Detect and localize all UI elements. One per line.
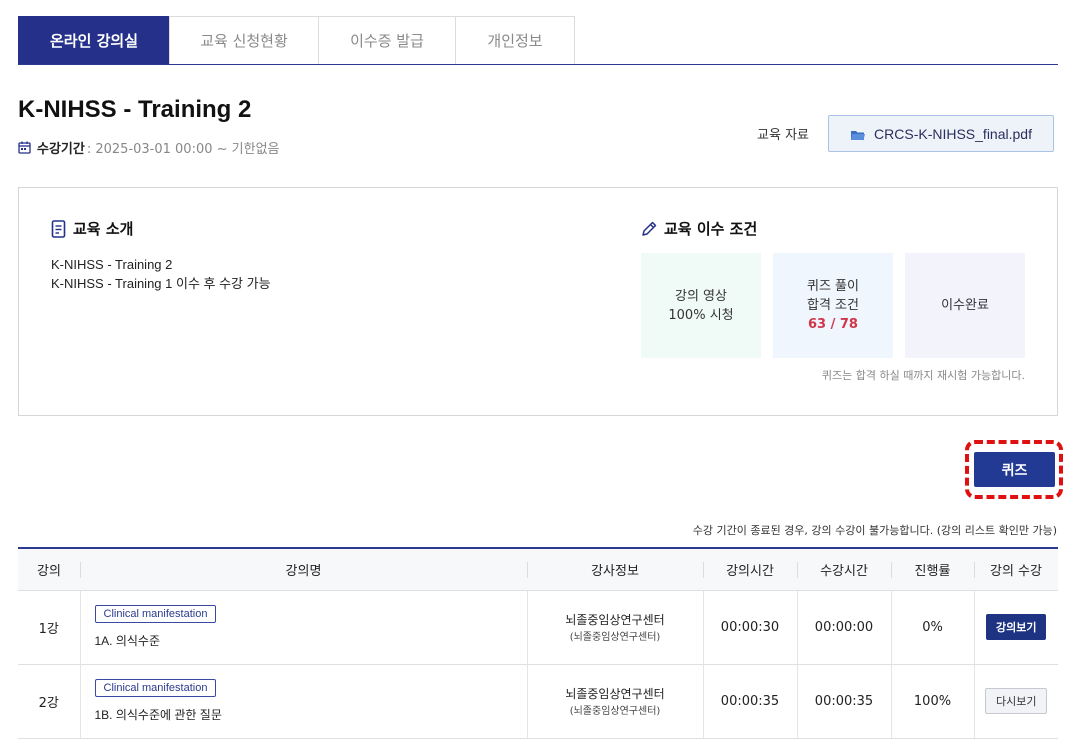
lecture-name: 1B. 의식수준에 관한 질문 [94, 708, 222, 722]
condition-video-line-1: 강의 영상 [675, 288, 727, 304]
period-notice: 수강 기간이 종료된 경우, 강의 수강이 불가능합니다. (강의 리스트 확인… [692, 524, 1057, 537]
instructor-affiliation: (뇌졸중임상연구센터) [569, 706, 661, 717]
condition-video-line-2: 100% 시청 [668, 307, 734, 323]
page-title: K-NIHSS - Training 2 [18, 96, 252, 123]
header-name: 강의명 [80, 549, 527, 591]
condition-quiz-line-1: 퀴즈 풀이 [807, 279, 859, 294]
intro-heading-text: 교육 소개 [73, 220, 134, 238]
material-file-name: CRCS-K-NIHSS_final.pdf [874, 125, 1032, 142]
course-info-box: 교육 소개 K-NIHSS - Training 2 K-NIHSS - Tra… [18, 187, 1058, 416]
intro-text: K-NIHSS - Training 2 K-NIHSS - Training … [51, 255, 271, 293]
progress-rate: 0% [890, 590, 974, 665]
header-instructor: 강사정보 [527, 549, 703, 591]
table-row: 2강 Clinical manifestation 1B. 의식수준에 관한 질… [18, 664, 1058, 739]
action-cell: 강의보기 [973, 590, 1058, 665]
period-value: : 2025-03-01 00:00 ~ 기한없음 [86, 142, 280, 157]
course-material: 교육 자료 CRCS-K-NIHSS_final.pdf [757, 115, 1054, 152]
document-icon [51, 219, 66, 238]
category-tag: Clinical manifestation [94, 679, 217, 697]
instructor-affiliation: (뇌졸중임상연구센터) [569, 632, 661, 643]
condition-complete: 이수완료 [905, 253, 1025, 358]
lecture-table: 강의 강의명 강사정보 강의시간 수강시간 진행률 강의 수강 1강 Clini… [18, 547, 1058, 739]
intro-heading: 교육 소개 [51, 218, 133, 239]
tab-certificate[interactable]: 이수증 발급 [318, 16, 456, 64]
progress-rate: 100% [890, 664, 974, 739]
intro-line-1: K-NIHSS - Training 2 [51, 257, 173, 272]
pencil-icon [642, 221, 657, 236]
instructor-cell: 뇌졸중임상연구센터 (뇌졸중임상연구센터) [526, 590, 703, 665]
tab-online-classroom[interactable]: 온라인 강의실 [18, 16, 170, 64]
watch-lecture-button[interactable]: 강의보기 [986, 614, 1047, 640]
table-row: 1강 Clinical manifestation 1A. 의식수준 뇌졸중임상… [18, 590, 1058, 665]
conditions-heading-text: 교육 이수 조건 [664, 220, 758, 238]
condition-complete-text: 이수완료 [941, 298, 989, 313]
lecture-no: 2강 [18, 664, 80, 739]
quiz-button[interactable]: 퀴즈 [974, 452, 1055, 487]
material-label: 교육 자료 [757, 128, 809, 143]
condition-quiz: 퀴즈 풀이 합격 조건 63 / 78 [773, 253, 893, 358]
header-action: 강의 수강 [974, 549, 1058, 591]
condition-quiz-line-2: 합격 조건 [807, 298, 859, 313]
watched-time: 00:00:35 [796, 664, 891, 739]
watched-time: 00:00:00 [796, 590, 891, 665]
lecture-name-cell: Clinical manifestation 1A. 의식수준 [79, 590, 527, 665]
quiz-retry-note: 퀴즈는 합격 하실 때까지 재시험 가능합니다. [821, 369, 1025, 382]
instructor-name: 뇌졸중임상연구센터 [565, 687, 665, 701]
condition-video: 강의 영상 100% 시청 [641, 253, 761, 358]
lecture-name-cell: Clinical manifestation 1B. 의식수준에 관한 질문 [79, 664, 527, 739]
quiz-pass-score: 63 / 78 [808, 317, 858, 332]
tab-bar: 온라인 강의실 교육 신청현황 이수증 발급 개인정보 [18, 16, 1058, 65]
instructor-cell: 뇌졸중임상연구센터 (뇌졸중임상연구센터) [526, 664, 703, 739]
course-period: 수강기간 : 2025-03-01 00:00 ~ 기한없음 [18, 138, 280, 157]
tab-personal-info[interactable]: 개인정보 [455, 16, 575, 64]
instructor-name: 뇌졸중임상연구센터 [565, 613, 665, 627]
action-cell: 다시보기 [973, 664, 1058, 739]
header-duration: 강의시간 [703, 549, 797, 591]
lecture-no: 1강 [18, 590, 80, 665]
header-progress: 진행률 [891, 549, 974, 591]
lecture-duration: 00:00:30 [702, 590, 797, 665]
intro-line-2: K-NIHSS - Training 1 이수 후 수강 가능 [51, 276, 271, 291]
lecture-name: 1A. 의식수준 [94, 634, 161, 648]
header-no: 강의 [18, 549, 80, 591]
folder-icon [850, 128, 866, 140]
lecture-duration: 00:00:35 [702, 664, 797, 739]
calendar-icon [18, 141, 31, 154]
rewatch-lecture-button[interactable]: 다시보기 [985, 688, 1048, 714]
period-label: 수강기간 [37, 142, 85, 157]
header-watched: 수강시간 [797, 549, 891, 591]
category-tag: Clinical manifestation [94, 605, 217, 623]
conditions-heading: 교육 이수 조건 [640, 218, 757, 239]
tab-application-status[interactable]: 교육 신청현황 [169, 16, 319, 64]
table-header-row: 강의 강의명 강사정보 강의시간 수강시간 진행률 강의 수강 [18, 549, 1058, 591]
material-download-button[interactable]: CRCS-K-NIHSS_final.pdf [828, 115, 1054, 152]
